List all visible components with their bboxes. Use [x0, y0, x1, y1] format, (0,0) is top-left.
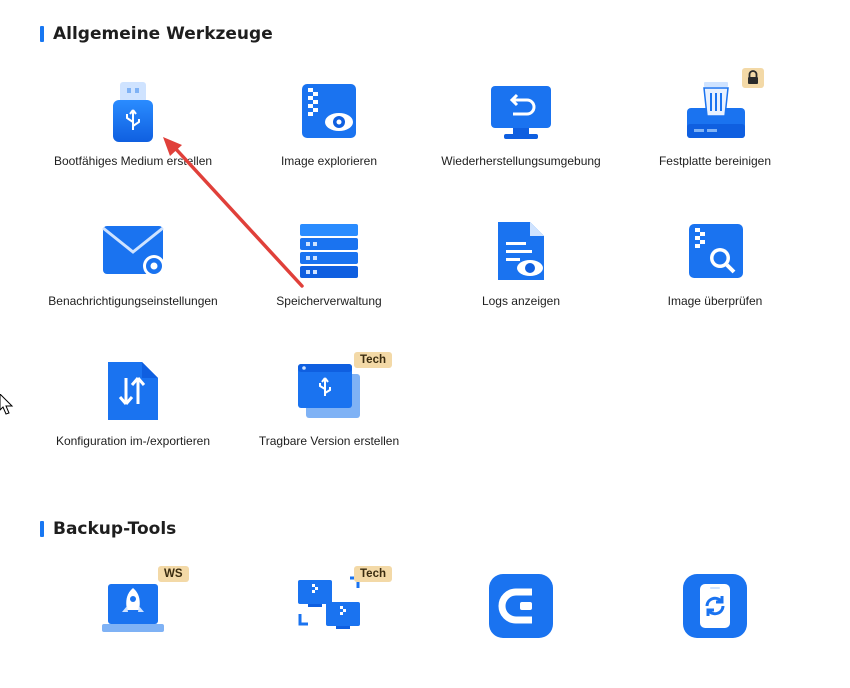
section-accent-bar	[40, 521, 44, 537]
multi-computer-icon	[294, 574, 364, 638]
tool-label: Tragbare Version erstellen	[258, 434, 400, 448]
tool-label: Image überprüfen	[667, 294, 763, 308]
tool-label: Konfiguration im-/exportieren	[55, 434, 211, 448]
tool-label: Speicherverwaltung	[276, 294, 382, 308]
lock-badge	[742, 68, 764, 88]
tech-badge: Tech	[354, 566, 392, 582]
tool-label: Bootfähiges Medium erstellen	[53, 154, 213, 168]
tool-label: Logs anzeigen	[481, 294, 561, 308]
zip-file-eye-icon	[294, 80, 364, 144]
phone-sync-icon	[680, 574, 750, 638]
document-eye-icon	[486, 220, 556, 284]
section-title-text: Backup-Tools	[53, 519, 177, 539]
section-title-backup: Backup-Tools	[40, 519, 176, 539]
tech-badge: Tech	[354, 352, 392, 368]
monitor-restore-icon	[486, 80, 556, 144]
portable-window-usb-icon	[294, 360, 364, 424]
laptop-rocket-icon	[98, 574, 168, 638]
section-accent-bar	[40, 26, 44, 42]
zip-file-search-icon	[680, 220, 750, 284]
mouse-cursor-icon	[0, 394, 14, 415]
app-logo-icon	[486, 574, 556, 638]
section-title-text: Allgemeine Werkzeuge	[53, 24, 273, 44]
usb-drive-icon	[98, 80, 168, 144]
lock-icon	[748, 70, 758, 84]
server-stack-icon	[294, 220, 364, 284]
tool-label: Wiederherstellungsumgebung	[441, 154, 601, 168]
section-title-general: Allgemeine Werkzeuge	[40, 24, 273, 44]
tool-label: Festplatte bereinigen	[658, 154, 772, 168]
mail-settings-icon	[98, 220, 168, 284]
trash-disk-icon	[680, 80, 750, 144]
tool-label: Image explorieren	[280, 154, 378, 168]
ws-badge: WS	[158, 566, 189, 582]
tool-label: Benachrichtigungseinstellungen	[48, 294, 218, 308]
import-export-icon	[98, 360, 168, 424]
